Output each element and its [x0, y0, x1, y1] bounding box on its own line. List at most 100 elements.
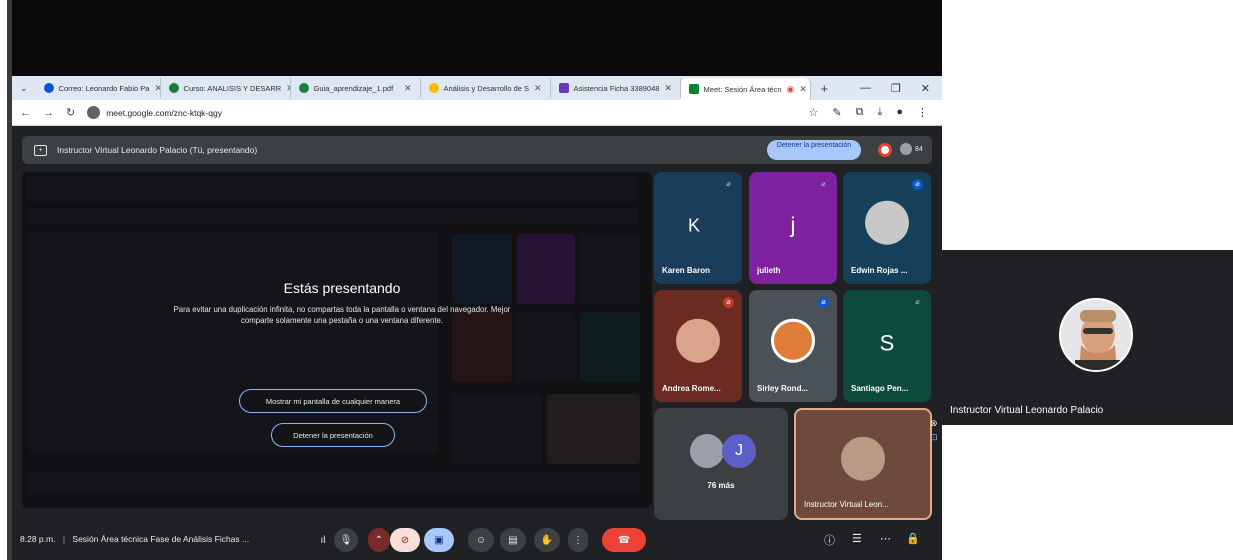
- browser-tab-strip: ⌄ Correo: Leonardo Fabio Pa ✕ Curso: ANA…: [12, 76, 942, 100]
- expand-icon[interactable]: ⊡: [930, 432, 938, 443]
- present-icon[interactable]: ▣: [424, 528, 454, 552]
- end-call-icon[interactable]: ☎: [602, 528, 646, 552]
- arrow-right-icon[interactable]: →: [43, 107, 54, 119]
- presentation-pane: Estás presentando Para evitar una duplic…: [22, 172, 652, 508]
- arrow-left-icon[interactable]: ←: [20, 107, 31, 119]
- speaker-avatar: [1059, 298, 1133, 372]
- chevron-up-icon[interactable]: ⌃: [368, 528, 390, 552]
- tab-list-chevron-icon[interactable]: ⌄: [12, 83, 36, 94]
- self-view-tile[interactable]: Instructor Virtual Leon...: [794, 408, 932, 520]
- more-icon[interactable]: ⋮: [568, 528, 588, 552]
- audio-level-icon: ıl: [320, 534, 326, 546]
- close-icon[interactable]: ✕: [664, 83, 672, 94]
- captions-icon[interactable]: ▤: [500, 528, 526, 552]
- meet-icon: [688, 84, 699, 94]
- people-icon: [900, 143, 912, 155]
- meeting-info: 8:28 p.m. | Sesión Área técnica Fase de …: [20, 534, 249, 544]
- reload-icon[interactable]: ↻: [66, 106, 75, 119]
- mail-icon: [43, 83, 54, 93]
- mic-off-icon: ⌀: [818, 297, 829, 308]
- show-screen-anyway-button[interactable]: Mostrar mi pantalla de cualquier manera: [239, 389, 427, 413]
- minimize-icon[interactable]: —: [860, 82, 871, 95]
- lock-icon[interactable]: 🔒: [906, 532, 920, 545]
- chat-icon[interactable]: ☰: [852, 532, 862, 545]
- more-count: 76 más: [707, 481, 735, 490]
- participant-name: Karen Baron: [662, 266, 711, 275]
- self-photo: [841, 436, 885, 481]
- url-field[interactable]: meet.google.com/znc-ktqk-qgy: [87, 106, 222, 119]
- pdf-icon: [298, 83, 309, 93]
- presenting-heading: Estás presentando: [283, 280, 401, 296]
- participant-tile[interactable]: ⌀ Andrea Rome...: [654, 290, 742, 402]
- tab-label: Correo: Leonardo Fabio Pa: [58, 83, 150, 93]
- participant-count: 84: [915, 145, 923, 153]
- close-window-icon[interactable]: ✕: [921, 82, 930, 95]
- site-info-icon[interactable]: [87, 106, 101, 119]
- participant-name: julieth: [757, 266, 781, 275]
- tab-asistencia[interactable]: Asistencia Ficha 3389048 ✕: [551, 78, 681, 98]
- tile-avatar-letter: K: [687, 215, 709, 236]
- participant-photo: [771, 318, 815, 363]
- self-name: Instructor Virtual Leon...: [804, 500, 889, 509]
- extensions-icon[interactable]: ⧉: [856, 106, 864, 119]
- menu-icon[interactable]: ⋮: [917, 106, 928, 119]
- meeting-name: Sesión Área técnica Fase de Análisis Fic…: [72, 534, 250, 544]
- info-icon[interactable]: ⓘ: [824, 532, 835, 548]
- close-icon[interactable]: ✕: [799, 84, 807, 95]
- forms-icon: [558, 83, 569, 93]
- presentation-overlay: [22, 172, 652, 508]
- stop-presentation-button[interactable]: Detener la presentación: [271, 423, 395, 447]
- hand-icon[interactable]: ✋: [534, 528, 560, 552]
- emoji-icon[interactable]: ☺: [468, 528, 494, 552]
- camera-off-icon[interactable]: ⊘: [390, 528, 420, 552]
- meet-app: + Instructor Virtual Leonardo Palacio (T…: [12, 126, 942, 560]
- tab-curso[interactable]: Curso: ANALISIS Y DESARR ✕: [161, 78, 291, 98]
- tab-correo[interactable]: Correo: Leonardo Fabio Pa ✕: [36, 78, 161, 98]
- tab-label: Análisis y Desarrollo de S: [443, 83, 529, 93]
- more-participants-tile[interactable]: J 76 más: [654, 408, 788, 520]
- participant-tile[interactable]: ⌀ j julieth: [749, 172, 837, 284]
- speaker-name: Instructor Virtual Leonardo Palacio: [950, 405, 1104, 416]
- stop-presenting-button[interactable]: Detener la presentación: [767, 140, 861, 160]
- participant-photo: [690, 434, 724, 468]
- star-icon[interactable]: ☆: [809, 106, 819, 119]
- participants-button[interactable]: 84: [900, 143, 923, 155]
- tile-avatar-letter: S: [879, 330, 895, 356]
- profile-icon[interactable]: ●: [896, 106, 903, 119]
- clock-time: 8:28 p.m.: [20, 534, 56, 544]
- mic-off-icon: ⌀: [726, 181, 731, 188]
- tab-meet[interactable]: Meet: Sesión Área técn ◉ ✕: [680, 78, 811, 100]
- close-icon[interactable]: ✕: [404, 83, 412, 94]
- new-tab-icon[interactable]: +: [811, 81, 839, 96]
- participant-tile[interactable]: ⌀ Sirley Rond...: [749, 290, 837, 402]
- mic-icon[interactable]: 🎙: [334, 528, 358, 552]
- mic-off-icon: ⌀: [915, 299, 920, 306]
- tab-label: Meet: Sesión Área técn: [703, 84, 782, 94]
- presenting-body: Para evitar una duplicación infinita, no…: [173, 305, 511, 325]
- speaker-panel: Instructor Virtual Leonardo Palacio: [942, 250, 1233, 425]
- tab-label: Curso: ANALISIS Y DESARR: [183, 83, 282, 93]
- restore-icon[interactable]: ❐: [891, 82, 901, 95]
- download-icon[interactable]: ⤓: [877, 106, 882, 119]
- close-icon[interactable]: ✕: [534, 83, 542, 94]
- tab-guia[interactable]: Guia_aprendizaje_1.pdf ✕: [291, 78, 421, 98]
- activities-icon[interactable]: ⋯: [880, 532, 891, 545]
- participant-photo: [865, 200, 909, 245]
- presenting-message: Estás presentando Para evitar una duplic…: [172, 280, 512, 326]
- course-icon: [168, 83, 179, 93]
- mic-off-icon: ⌀: [723, 297, 734, 308]
- tab-label: Guia_aprendizaje_1.pdf: [313, 83, 394, 93]
- participant-tile[interactable]: ⌀ Edwin Rojas ...: [843, 172, 931, 284]
- presenting-title: Instructor Virtual Leonardo Palacio (Tú,…: [57, 145, 258, 155]
- participant-tile[interactable]: ⌀ K Karen Baron: [654, 172, 742, 284]
- pen-icon[interactable]: ✎: [832, 106, 841, 119]
- mic-off-icon: ⌀: [821, 181, 826, 188]
- screen: ⌄ Correo: Leonardo Fabio Pa ✕ Curso: ANA…: [0, 0, 1233, 560]
- pin-icon[interactable]: ⊗: [930, 418, 938, 429]
- participant-name: Sirley Rond...: [757, 384, 809, 393]
- url-text: meet.google.com/znc-ktqk-qgy: [106, 107, 222, 118]
- tab-analisis[interactable]: Análisis y Desarrollo de S ✕: [421, 78, 551, 98]
- recording-icon: [878, 143, 892, 157]
- participant-tile[interactable]: ⌀ S Santiago Pen...: [843, 290, 931, 402]
- tile-avatar-letter: j: [790, 212, 796, 238]
